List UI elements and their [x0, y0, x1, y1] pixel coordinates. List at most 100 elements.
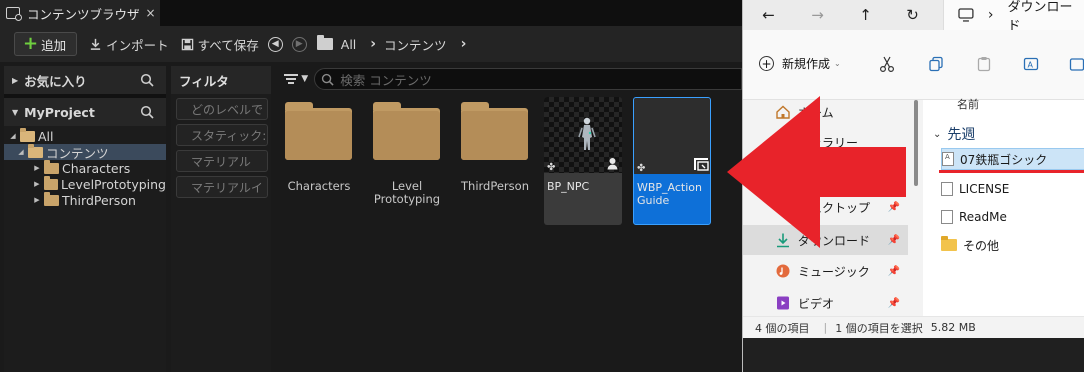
chevron-right-icon[interactable]: ›	[461, 36, 467, 52]
file-name: LICENSE	[959, 182, 1010, 196]
group-header[interactable]: ⌄ 先週	[933, 124, 975, 144]
font-file-icon	[942, 152, 954, 166]
selection-count: 1 個の項目を選択	[835, 321, 923, 335]
folder-icon[interactable]	[316, 35, 333, 50]
back-arrow-icon[interactable]: ←	[761, 6, 776, 24]
computer-icon	[958, 8, 974, 22]
gallery-icon	[776, 136, 790, 148]
file-row-readme[interactable]: ReadMe	[941, 206, 1084, 228]
nav-item-downloads[interactable]: ダウンロード 📌	[743, 225, 908, 255]
file-row-license[interactable]: LICENSE	[941, 178, 1084, 200]
favorites-title: お気に入り	[24, 73, 87, 89]
asset-bp-npc[interactable]: ✤ BP_NPC	[544, 97, 622, 225]
toolbar: + 追加 インポート すべて保存 ◀ ▶ All › コンテンツ ›	[0, 26, 742, 62]
pin-icon[interactable]: 📌	[888, 235, 900, 246]
filter-icon[interactable]	[284, 74, 298, 84]
pin-icon[interactable]: 📌	[888, 202, 900, 213]
folder-icon	[285, 102, 352, 160]
nav-label: デスクトップ	[798, 200, 871, 215]
plus-icon: +	[23, 33, 39, 54]
folder-open-icon	[20, 127, 35, 142]
paste-icon[interactable]	[976, 56, 992, 72]
expand-icon[interactable]: ▶	[32, 196, 42, 204]
annotation-underline	[939, 170, 1084, 173]
copy-icon[interactable]	[928, 56, 944, 72]
nav-item-home[interactable]: ホーム	[743, 97, 908, 127]
import-button[interactable]: インポート	[89, 35, 169, 54]
new-button[interactable]: + 新規作成 ⌄	[759, 55, 841, 72]
refresh-icon[interactable]: ↻	[905, 6, 920, 24]
forward-arrow-icon[interactable]: →	[810, 6, 825, 24]
download-icon	[777, 233, 789, 248]
project-header[interactable]: ▼ MyProject	[4, 98, 166, 126]
rename-icon[interactable]: A	[1023, 56, 1039, 72]
cut-icon[interactable]	[879, 56, 895, 72]
filters-panel: フィルタ どのレベルで スタティック: マテリアル マテリアルイ	[171, 66, 271, 372]
close-icon[interactable]: ×	[146, 6, 156, 20]
explorer-nav-pane: ホーム ギャラリー デスクトップ 📌 ダウンロード 📌 ミュージック 📌 ビデオ…	[743, 100, 915, 316]
breadcrumb-all[interactable]: All	[341, 37, 357, 52]
asset-folder-characters[interactable]: Characters	[282, 96, 360, 224]
filter-item[interactable]: スタティック:	[176, 124, 268, 146]
expand-icon[interactable]: ▶	[32, 180, 42, 188]
tree-item-levelprototyping[interactable]: ▶ LevelPrototyping	[4, 175, 166, 192]
pin-icon[interactable]: 📌	[888, 298, 900, 309]
breadcrumb-content[interactable]: コンテンツ	[384, 35, 447, 54]
tree-item-characters[interactable]: ▶ Characters	[4, 159, 166, 176]
tab-content-browser[interactable]: コンテンツブラウザ ×	[0, 0, 160, 26]
file-row-font[interactable]: 07鉄瓶ゴシック	[941, 148, 1084, 170]
chevron-down-icon[interactable]: ▼	[301, 74, 308, 84]
search-icon[interactable]	[140, 73, 154, 87]
column-header-name[interactable]: 名前	[957, 96, 979, 112]
asset-folder-levelprototyping[interactable]: Level Prototyping	[370, 96, 448, 224]
save-all-label: すべて保存	[197, 37, 259, 53]
video-icon	[777, 296, 789, 310]
add-button[interactable]: + 追加	[14, 32, 78, 56]
save-all-button[interactable]: すべて保存	[181, 35, 259, 54]
filter-item[interactable]: どのレベルで	[176, 98, 268, 120]
folder-icon	[43, 175, 59, 190]
chevron-right-icon[interactable]: ›	[988, 7, 994, 23]
tree-label: ThirdPerson	[62, 192, 136, 208]
collapse-icon: ▼	[12, 107, 19, 117]
nav-label: ホーム	[798, 105, 834, 120]
file-row-other[interactable]: その他	[941, 234, 1084, 256]
tree-item-content[interactable]: ◢ コンテンツ	[4, 143, 166, 161]
search-input[interactable]: 検索 コンテンツ	[314, 68, 742, 90]
filter-item[interactable]: マテリアル	[176, 150, 268, 172]
collapse-icon[interactable]: ◢	[16, 148, 26, 156]
tree-label: All	[38, 128, 54, 144]
expand-icon[interactable]: ▶	[32, 164, 42, 172]
nav-item-desktop[interactable]: デスクトップ 📌	[743, 192, 908, 222]
nav-item-videos[interactable]: ビデオ 📌	[743, 288, 908, 318]
tree-label: コンテンツ	[46, 145, 109, 161]
asset-wbp-action-guide[interactable]: ✤ WBP_Action Guide	[633, 97, 711, 225]
tab-bar: コンテンツブラウザ ×	[0, 0, 742, 26]
status-divider: |	[823, 321, 828, 334]
add-label: 追加	[41, 37, 67, 53]
search-row: ▼ 検索 コンテンツ	[276, 66, 742, 92]
pin-icon[interactable]: 📌	[888, 266, 900, 277]
favorites-header[interactable]: ▶ お気に入り	[4, 66, 166, 94]
forward-icon[interactable]: ▶	[291, 36, 307, 52]
desktop-icon	[776, 201, 790, 212]
nav-scrollbar[interactable]	[914, 100, 918, 186]
file-name: ReadMe	[959, 210, 1007, 224]
address-current: ダウンロード	[1007, 0, 1073, 34]
share-icon[interactable]	[1069, 56, 1084, 72]
folder-open-icon	[28, 143, 43, 158]
up-arrow-icon[interactable]: ↑	[858, 6, 873, 24]
nav-label: ビデオ	[798, 296, 835, 311]
nav-item-music[interactable]: ミュージック 📌	[743, 256, 908, 286]
nav-item-gallery[interactable]: ギャラリー	[743, 127, 908, 157]
folder-icon	[461, 102, 528, 160]
tree-item-thirdperson[interactable]: ▶ ThirdPerson	[4, 191, 166, 208]
address-bar[interactable]: › ダウンロード	[943, 0, 1084, 34]
asset-folder-thirdperson[interactable]: ThirdPerson	[458, 96, 536, 224]
chevron-right-icon[interactable]: ›	[370, 36, 376, 52]
search-icon[interactable]	[140, 105, 154, 119]
collapse-icon[interactable]: ◢	[8, 132, 18, 140]
filter-item[interactable]: マテリアルイ	[176, 176, 268, 198]
back-icon[interactable]: ◀	[267, 36, 283, 52]
file-name: その他	[963, 238, 1000, 253]
